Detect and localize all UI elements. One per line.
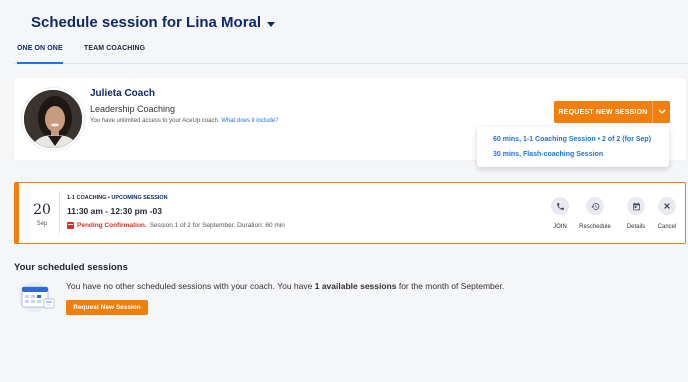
coach-specialty: Leadership Coaching (90, 104, 176, 114)
dropdown-item-30-min[interactable]: 30 mins, Flash-coaching Session (493, 151, 603, 158)
coach-avatar (22, 88, 84, 150)
coach-access-note: You have unlimited access to your AceUp … (90, 118, 279, 124)
history-icon[interactable] (586, 197, 604, 215)
calendar-illustration-icon (14, 280, 58, 312)
reschedule-action[interactable]: Reschedule (576, 197, 614, 230)
calendar-icon (67, 222, 74, 229)
request-new-session-button[interactable]: REQUEST NEW SESSION (554, 101, 670, 123)
scheduled-sessions-message: You have no other scheduled sessions wit… (66, 281, 504, 291)
session-status: UPCOMING SESSION (111, 195, 168, 201)
scheduled-sessions-heading: Your scheduled sessions (14, 262, 128, 273)
what-does-it-include-link[interactable]: What does it include? (221, 118, 278, 124)
dropdown-item-60-min[interactable]: 60 mins, 1-1 Coaching Session • 2 of 2 (… (493, 136, 651, 143)
phone-icon[interactable] (551, 197, 569, 215)
session-details-text: Session 1 of 2 for September. Duration: … (149, 222, 285, 229)
close-icon[interactable] (658, 197, 676, 215)
session-type-label: 1-1 COACHING • (67, 195, 110, 201)
date-divider (59, 191, 60, 235)
coach-name: Julieta Coach (90, 88, 156, 99)
page-title: Schedule session for Lina Moral (31, 14, 262, 31)
available-sessions-count: 1 available sessions (314, 281, 397, 291)
cancel-action[interactable]: Cancel (648, 197, 686, 230)
coach-access-text: You have unlimited access to your AceUp … (90, 118, 220, 124)
tab-team-coaching[interactable]: TEAM COACHING (84, 45, 145, 64)
join-action[interactable]: JOIN (541, 197, 579, 230)
request-new-session-label[interactable]: REQUEST NEW SESSION (554, 101, 652, 123)
session-month: Sep (36, 221, 48, 227)
reschedule-label: Reschedule (579, 224, 611, 230)
session-info: Pending Confirmation. Session 1 of 2 for… (67, 222, 285, 229)
pending-confirmation: Pending Confirmation. (77, 222, 147, 229)
session-time: 11:30 am - 12:30 pm -03 (67, 206, 162, 216)
message-text-start: You have no other scheduled sessions wit… (66, 281, 315, 291)
session-kind: 1-1 COACHING • UPCOMING SESSION (67, 195, 168, 201)
request-new-session-secondary-button[interactable]: Request New Session (66, 300, 148, 315)
session-day: 20 (33, 202, 51, 218)
join-label: JOIN (553, 224, 567, 230)
chevron-down-icon[interactable] (652, 101, 670, 123)
upcoming-session-card: 20 Sep 1-1 COACHING • UPCOMING SESSION 1… (14, 182, 686, 244)
page-header[interactable]: Schedule session for Lina Moral (31, 14, 276, 31)
session-type-dropdown: 60 mins, 1-1 Coaching Session • 2 of 2 (… (477, 127, 669, 167)
chevron-down-icon[interactable] (267, 21, 276, 27)
tab-bar: ONE ON ONE TEAM COACHING (14, 44, 688, 64)
message-text-end: for the month of September. (396, 281, 505, 291)
tab-one-on-one[interactable]: ONE ON ONE (17, 45, 63, 64)
cancel-label: Cancel (657, 224, 677, 230)
calendar-icon[interactable] (627, 197, 645, 215)
